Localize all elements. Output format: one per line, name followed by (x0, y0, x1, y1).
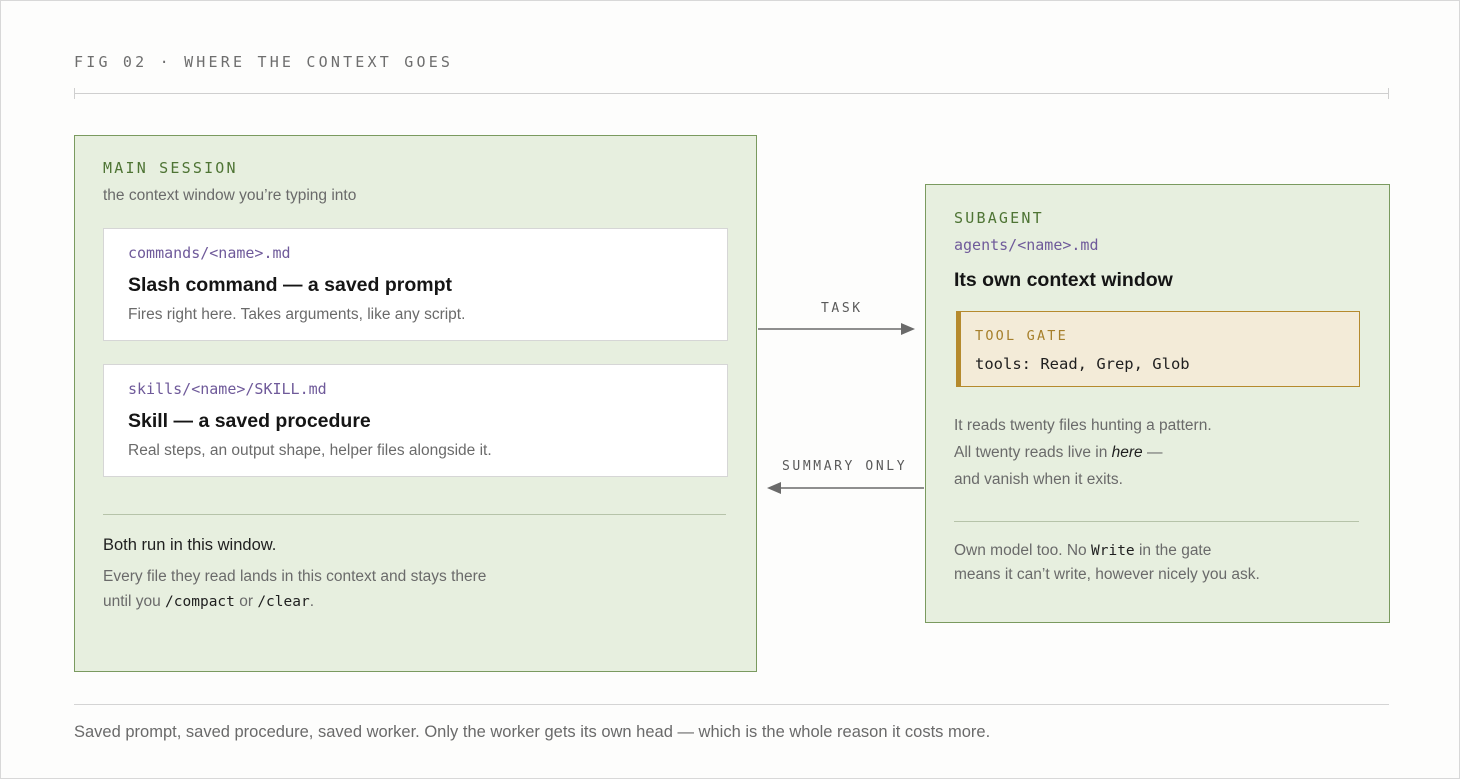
card-description: Fires right here. Takes arguments, like … (128, 306, 466, 323)
card-path: skills/<name>/SKILL.md (128, 380, 327, 398)
subagent-desc-line1: It reads twenty files hunting a pattern. (954, 417, 1212, 434)
tool-gate-label: TOOL GATE (975, 328, 1068, 344)
subagent-panel: SUBAGENT agents/<name>.md Its own contex… (925, 184, 1390, 623)
subagent-note: Own model too. No Write in the gate mean… (954, 539, 1260, 587)
subagent-divider (954, 521, 1359, 522)
subagent-note-line2: means it can’t write, however nicely you… (954, 566, 1260, 583)
figure-caption: Saved prompt, saved procedure, saved wor… (74, 723, 991, 741)
slash-command-card: commands/<name>.md Slash command — a sav… (103, 228, 728, 341)
subagent-title: Its own context window (954, 269, 1173, 291)
skill-card: skills/<name>/SKILL.md Skill — a saved p… (103, 364, 728, 477)
subagent-desc-line2: All twenty reads live in (954, 444, 1108, 461)
main-session-label: MAIN SESSION (103, 159, 238, 177)
subagent-path: agents/<name>.md (954, 236, 1099, 254)
top-divider (74, 88, 1389, 99)
context-note-end: . (309, 593, 315, 610)
subagent-label: SUBAGENT (954, 209, 1044, 227)
figure-title: FIG 02 · WHERE THE CONTEXT GOES (74, 53, 454, 71)
task-arrow-label: TASK (821, 301, 863, 316)
tool-gate-box: TOOL GATE tools: Read, Grep, Glob (956, 311, 1360, 387)
context-note-line1: Every file they read lands in this conte… (103, 568, 487, 585)
main-session-subtitle: the context window you’re typing into (103, 187, 357, 204)
main-session-panel: MAIN SESSION the context window you’re t… (74, 135, 757, 672)
subagent-note-pre: Own model too. No (954, 542, 1087, 559)
summary-arrow-label: SUMMARY ONLY (782, 459, 908, 474)
subagent-note-post: in the gate (1138, 542, 1212, 559)
card-path: commands/<name>.md (128, 244, 291, 262)
subagent-desc-dash: — (1147, 444, 1163, 461)
compact-command: /compact (165, 594, 235, 610)
context-note: Every file they read lands in this conte… (103, 564, 486, 615)
write-tool-name: Write (1091, 543, 1135, 559)
card-title: Skill — a saved procedure (128, 410, 371, 432)
context-note-or: or (239, 593, 253, 610)
tool-gate-tools: tools: Read, Grep, Glob (975, 355, 1190, 373)
bottom-divider (74, 704, 1389, 705)
clear-command: /clear (257, 594, 310, 610)
subagent-description: It reads twenty files hunting a pattern.… (954, 412, 1212, 493)
main-session-divider (103, 514, 726, 515)
task-arrow (758, 323, 915, 335)
subagent-desc-emphasis: here (1111, 444, 1143, 461)
subagent-desc-line3: and vanish when it exits. (954, 471, 1123, 488)
card-title: Slash command — a saved prompt (128, 274, 453, 296)
both-run-heading: Both run in this window. (103, 536, 277, 554)
figure-frame: FIG 02 · WHERE THE CONTEXT GOES MAIN SES… (0, 0, 1460, 779)
context-note-until: until you (103, 593, 161, 610)
summary-arrow (767, 482, 924, 494)
card-description: Real steps, an output shape, helper file… (128, 442, 492, 459)
